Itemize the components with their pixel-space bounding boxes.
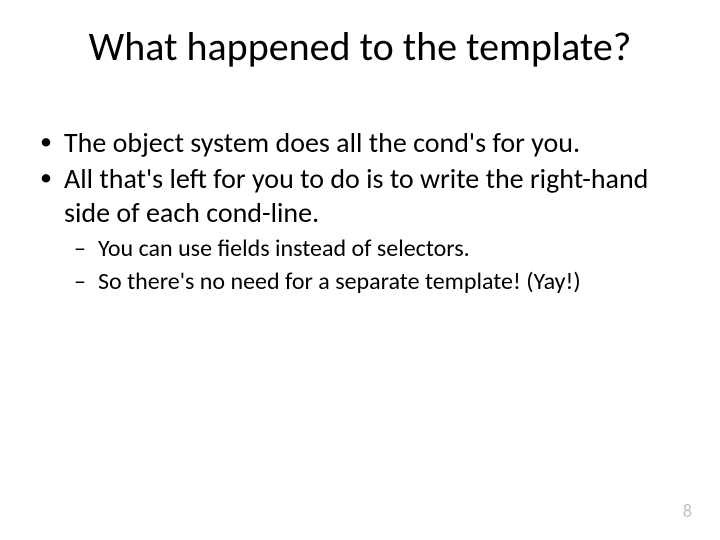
slide-title: What happened to the template?	[0, 22, 720, 71]
bullet-text: The object system does all the cond's fo…	[64, 125, 580, 160]
bullet-item: The object system does all the cond's fo…	[34, 126, 680, 160]
bullet-item: All that's left for you to do is to writ…	[34, 162, 680, 298]
page-number: 8	[683, 500, 692, 522]
slide-body: The object system does all the cond's fo…	[34, 126, 680, 300]
sub-bullet-item: So there's no need for a separate templa…	[70, 267, 680, 298]
bullet-text: All that's left for you to do is to writ…	[64, 161, 648, 230]
sub-bullet-text: So there's no need for a separate templa…	[98, 267, 581, 296]
sub-bullet-text: You can use fields instead of selectors.	[98, 234, 470, 263]
sub-bullet-item: You can use fields instead of selectors.	[70, 234, 680, 265]
bullet-list: The object system does all the cond's fo…	[34, 126, 680, 298]
slide: What happened to the template? The objec…	[0, 0, 720, 540]
sub-bullet-list: You can use fields instead of selectors.…	[64, 234, 680, 297]
